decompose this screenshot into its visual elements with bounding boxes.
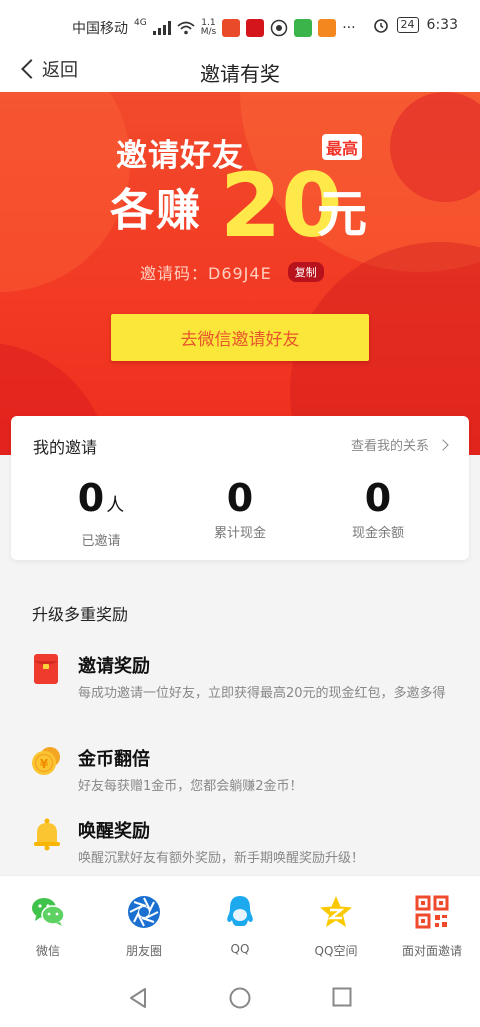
signal-icon	[152, 21, 171, 35]
nav-bar: 返回 邀请有奖	[0, 52, 480, 92]
reward-desc: 每成功邀请一位好友，立即获得最高20元的现金红包，多邀多得	[78, 686, 446, 701]
share-qzone[interactable]: QQ空间	[288, 894, 384, 959]
share-qq[interactable]: QQ	[192, 894, 288, 956]
stat-invited: 0人 已邀请	[36, 476, 166, 549]
app-notification-icon	[294, 19, 313, 37]
wechat-icon	[32, 898, 65, 926]
qr-code-icon	[415, 895, 449, 929]
share-label: QQ	[230, 942, 250, 956]
reward-desc: 唤醒沉默好友有额外奖励，新手期唤醒奖励升级！	[78, 851, 365, 866]
carrier-label: 中国移动	[72, 21, 128, 37]
qq-icon	[227, 896, 253, 926]
status-right: 24 6:33	[373, 17, 458, 33]
stats-row: 0人 已邀请 0 累计现金 0 现金余额	[11, 476, 469, 549]
reward-desc: 好友每获赠1金币，您都会躺赚2金币！	[78, 779, 303, 794]
card-title: 我的邀请	[33, 438, 98, 457]
status-bar: 中国移动 4G 1.1 M/s ··· 24 6:33	[0, 0, 480, 52]
moments-icon	[128, 896, 160, 928]
share-label: 朋友圈	[125, 944, 162, 958]
stat-total-cash: 0 累计现金	[175, 476, 305, 541]
app-notification-icon	[270, 19, 288, 37]
max-badge: 最高	[322, 134, 363, 160]
red-envelope-icon	[34, 654, 58, 684]
promo-banner: 邀请好友 各赚 20 元 最高 邀请码：D69J4E 复制 去微信邀请好友	[0, 92, 480, 455]
back-triangle-icon[interactable]	[128, 987, 148, 1009]
wifi-icon	[177, 21, 195, 35]
battery-icon: 24	[396, 17, 419, 33]
stat-value: 0人	[77, 476, 125, 520]
share-face-to-face[interactable]: 面对面邀请	[384, 894, 480, 959]
system-nav-bar	[0, 965, 480, 1027]
stat-value: 0	[226, 476, 254, 520]
reward-title: 金币翻倍	[78, 749, 150, 770]
reward-title: 唤醒奖励	[78, 821, 150, 842]
stat-cash-balance: 0 现金余额	[313, 476, 443, 541]
bell-icon	[34, 818, 60, 851]
share-label: QQ空间	[314, 944, 358, 958]
rewards-section-title: 升级多重奖励	[32, 605, 129, 624]
app-notification-icon	[222, 19, 241, 37]
status-left: 中国移动 4G 1.1 M/s ···	[72, 18, 356, 38]
promo-line2: 各赚	[110, 185, 202, 236]
my-invites-card: 我的邀请 查看我的关系 0人 已邀请 0 累计现金 0 现金余额	[11, 416, 469, 560]
share-bar: 微信 朋友圈 QQ QQ空间 面对面邀请	[0, 875, 480, 965]
app-notification-icon	[246, 19, 265, 37]
invite-code-row: 邀请码：D69J4E 复制	[140, 260, 324, 284]
view-relations-label: 查看我的关系	[350, 439, 429, 454]
recents-square-icon[interactable]	[332, 987, 352, 1007]
invite-wechat-button[interactable]: 去微信邀请好友	[111, 314, 369, 361]
promo-headline: 邀请好友 各赚 20 元 最高	[110, 128, 380, 254]
time: 6:33	[426, 17, 458, 33]
view-relations-link[interactable]: 查看我的关系	[350, 435, 449, 454]
share-moments[interactable]: 朋友圈	[96, 894, 192, 959]
page-title: 邀请有奖	[200, 62, 280, 86]
network-type: 4G	[134, 18, 147, 28]
qzone-icon	[320, 896, 352, 927]
share-wechat[interactable]: 微信	[0, 894, 96, 959]
share-label: 面对面邀请	[401, 944, 462, 958]
gold-coin-icon: ¥	[32, 747, 60, 775]
stat-label: 累计现金	[213, 526, 266, 541]
stat-value: 0	[364, 476, 392, 520]
more-notifications-icon: ···	[342, 20, 356, 36]
net-speed: 1.1 M/s	[200, 18, 217, 37]
svg-text:¥: ¥	[40, 757, 49, 771]
promo-unit: 元	[317, 185, 367, 243]
copy-button[interactable]: 复制	[287, 262, 324, 282]
invite-code: 邀请码：D69J4E	[140, 264, 272, 283]
chevron-right-icon	[437, 438, 449, 451]
home-circle-icon[interactable]	[229, 987, 251, 1009]
stat-label: 已邀请	[81, 534, 121, 549]
alarm-icon	[373, 19, 388, 33]
app-notification-icon	[318, 19, 337, 37]
stat-label: 现金余额	[351, 526, 404, 541]
reward-title: 邀请奖励	[78, 656, 150, 677]
share-label: 微信	[35, 944, 60, 958]
